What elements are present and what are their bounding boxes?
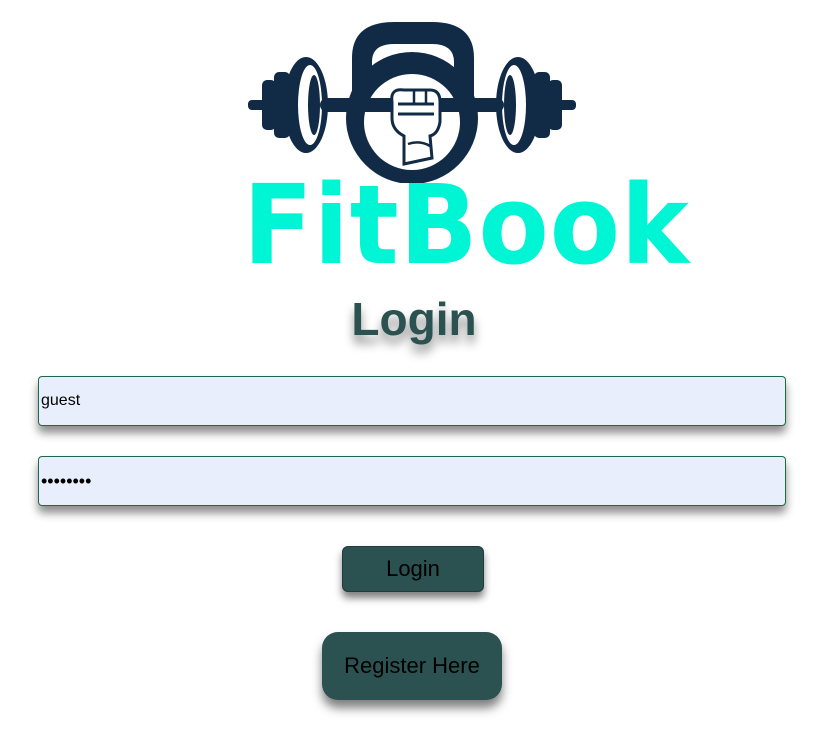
login-page: FitBook Login Login Register Here [0,0,828,732]
kettlebell-barbell-fist-icon [248,22,576,183]
login-button[interactable]: Login [342,546,484,592]
register-button[interactable]: Register Here [322,632,502,700]
username-input[interactable] [38,376,786,426]
password-input[interactable] [38,456,786,506]
brand-logo: FitBook [230,18,690,289]
page-title: Login [351,293,477,345]
brand-name: FitBook [242,161,690,289]
